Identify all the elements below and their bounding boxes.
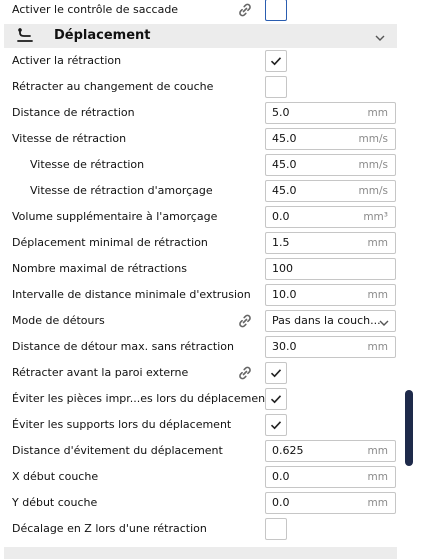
setting-row-x-debut-couche: X début couche 0.0 mm: [0, 464, 400, 490]
setting-label: X début couche: [12, 470, 99, 483]
setting-unit: mm: [367, 289, 388, 301]
setting-value: 0.0: [272, 496, 290, 509]
setting-row-distance-d-evitement-du-deplacement: Distance d'évitement du déplacement 0.625…: [0, 438, 400, 464]
setting-value: 45.0: [272, 158, 297, 171]
setting-label: Décalage en Z lors d'une rétraction: [12, 522, 207, 535]
link-icon[interactable]: [236, 1, 254, 19]
setting-row-nombre-maximal-de-retractions: Nombre maximal de rétractions 100: [0, 256, 400, 282]
setting-label: Activer la rétraction: [12, 54, 122, 67]
setting-checkbox[interactable]: [265, 414, 287, 436]
setting-label: Éviter les pièces impr...es lors du dépl…: [12, 392, 270, 405]
travel-icon: [15, 27, 35, 48]
setting-label: Rétracter avant la paroi externe: [12, 366, 189, 379]
setting-input[interactable]: 1.5 mm: [265, 232, 396, 254]
jerk-control-checkbox[interactable]: [265, 0, 287, 21]
setting-label: Activer le contrôle de saccade: [12, 3, 179, 16]
setting-checkbox[interactable]: [265, 518, 287, 540]
setting-input[interactable]: 45.0 mm/s: [265, 128, 396, 150]
setting-row-jerk-control: Activer le contrôle de saccade: [0, 0, 400, 23]
setting-input[interactable]: 0.625 mm: [265, 440, 396, 462]
setting-dropdown[interactable]: Pas dans la couch...: [265, 310, 396, 332]
settings-panel: Activer le contrôle de saccade Déplaceme…: [0, 0, 430, 559]
setting-row-vitesse-de-retraction: Vitesse de rétraction 45.0 mm/s: [0, 152, 400, 178]
setting-row-mode-de-detours: Mode de détours Pas dans la couch...: [0, 308, 400, 334]
setting-row-retracter-au-changement-de-couche: Rétracter au changement de couche: [0, 74, 400, 100]
setting-checkbox[interactable]: [265, 76, 287, 98]
setting-row-eviter-les-pieces-impr-es-lors-du-deplacement: Éviter les pièces impr...es lors du dépl…: [0, 386, 400, 412]
setting-value: 45.0: [272, 184, 297, 197]
setting-unit: mm: [367, 237, 388, 249]
setting-row-distance-de-retraction: Distance de rétraction 5.0 mm: [0, 100, 400, 126]
setting-row-vitesse-de-retraction-d-amorcage: Vitesse de rétraction d'amorçage 45.0 mm/s: [0, 178, 400, 204]
setting-label: Vitesse de rétraction d'amorçage: [30, 184, 213, 197]
setting-input[interactable]: 5.0 mm: [265, 102, 396, 124]
setting-row-eviter-les-supports-lors-du-deplacement: Éviter les supports lors du déplacement: [0, 412, 400, 438]
setting-input[interactable]: 45.0 mm/s: [265, 154, 396, 176]
setting-input[interactable]: 0.0 mm³: [265, 206, 396, 228]
setting-label: Rétracter au changement de couche: [12, 80, 214, 93]
setting-value: 30.0: [272, 340, 297, 353]
setting-value: 0.0: [272, 210, 290, 223]
setting-unit: mm: [367, 107, 388, 119]
setting-input[interactable]: 45.0 mm/s: [265, 180, 396, 202]
setting-label: Intervalle de distance minimale d'extrus…: [12, 288, 251, 301]
category-header-cooling[interactable]: [4, 547, 397, 559]
setting-row-activer-la-retraction: Activer la rétraction: [0, 48, 400, 74]
chevron-down-icon: [379, 317, 389, 330]
setting-input[interactable]: 0.0 mm: [265, 466, 396, 488]
setting-label: Éviter les supports lors du déplacement: [12, 418, 232, 431]
setting-label: Déplacement minimal de rétraction: [12, 236, 208, 249]
setting-checkbox[interactable]: [265, 50, 287, 72]
setting-label: Volume supplémentaire à l'amorçage: [12, 210, 218, 223]
setting-checkbox[interactable]: [265, 388, 287, 410]
setting-row-intervalle-de-distance-minimale-d-extrusion: Intervalle de distance minimale d'extrus…: [0, 282, 400, 308]
setting-label: Y début couche: [12, 496, 98, 509]
setting-checkbox[interactable]: [265, 362, 287, 384]
setting-input[interactable]: 30.0 mm: [265, 336, 396, 358]
setting-row-y-debut-couche: Y début couche 0.0 mm: [0, 490, 400, 516]
setting-unit: mm/s: [358, 185, 388, 197]
setting-label: Vitesse de rétraction: [12, 132, 127, 145]
setting-unit: mm³: [363, 211, 388, 223]
category-header-travel[interactable]: Déplacement: [4, 24, 397, 48]
setting-label: Distance d'évitement du déplacement: [12, 444, 223, 457]
setting-value: 0.625: [272, 444, 304, 457]
link-icon[interactable]: [236, 312, 254, 330]
setting-value: 5.0: [272, 106, 290, 119]
scrollbar[interactable]: [405, 390, 413, 466]
category-title: Déplacement: [54, 28, 151, 43]
setting-row-volume-supplementaire-a-l-amorcage: Volume supplémentaire à l'amorçage 0.0 mm³: [0, 204, 400, 230]
setting-value: Pas dans la couch...: [272, 314, 381, 327]
setting-row-deplacement-minimal-de-retraction: Déplacement minimal de rétraction 1.5 mm: [0, 230, 400, 256]
chevron-down-icon[interactable]: [375, 32, 385, 45]
setting-label: Distance de rétraction: [12, 106, 135, 119]
setting-unit: mm: [367, 341, 388, 353]
setting-unit: mm: [367, 445, 388, 457]
setting-input[interactable]: 10.0 mm: [265, 284, 396, 306]
setting-value: 10.0: [272, 288, 297, 301]
setting-value: 1.5: [272, 236, 290, 249]
setting-value: 45.0: [272, 132, 297, 145]
setting-row-retracter-avant-la-paroi-externe: Rétracter avant la paroi externe: [0, 360, 400, 386]
setting-row-distance-de-detour-max-sans-retraction: Distance de détour max. sans rétraction 3…: [0, 334, 400, 360]
setting-value: 0.0: [272, 470, 290, 483]
setting-unit: mm: [367, 497, 388, 509]
setting-unit: mm: [367, 471, 388, 483]
setting-unit: mm/s: [358, 159, 388, 171]
setting-input[interactable]: 0.0 mm: [265, 492, 396, 514]
setting-unit: mm/s: [358, 133, 388, 145]
setting-row-vitesse-de-retraction: Vitesse de rétraction 45.0 mm/s: [0, 126, 400, 152]
setting-label: Mode de détours: [12, 314, 105, 327]
setting-label: Distance de détour max. sans rétraction: [12, 340, 234, 353]
link-icon[interactable]: [236, 364, 254, 382]
setting-input[interactable]: 100: [265, 258, 396, 280]
setting-label: Vitesse de rétraction: [30, 158, 145, 171]
setting-label: Nombre maximal de rétractions: [12, 262, 187, 275]
setting-row-decalage-en-z-lors-d-une-retraction: Décalage en Z lors d'une rétraction: [0, 516, 400, 542]
setting-value: 100: [272, 262, 293, 275]
